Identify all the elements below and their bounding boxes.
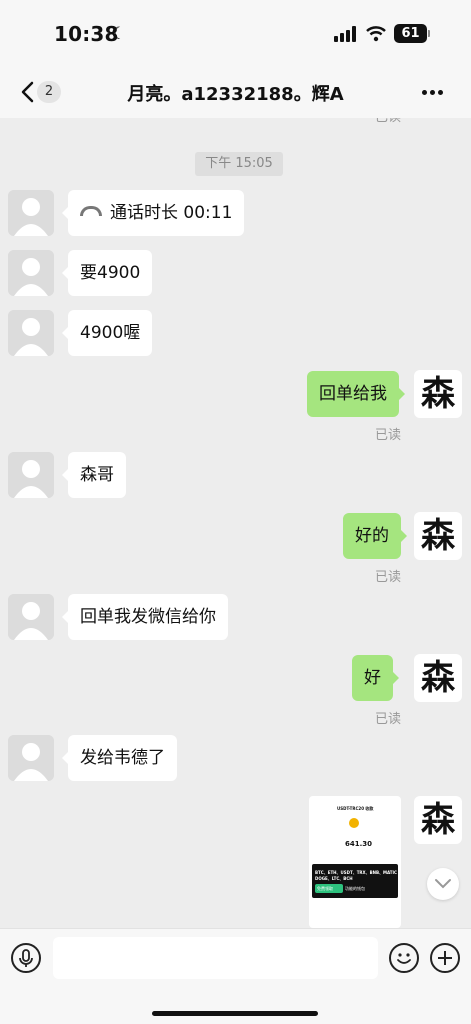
status-bar: 10:38 ☾ 61: [0, 0, 471, 66]
read-receipt: 已读: [375, 570, 402, 585]
moon-icon: ☾: [111, 24, 127, 44]
call-duration: 通话时长 00:11: [110, 203, 233, 223]
thumb-header: USDT-TRC20 收款: [337, 806, 374, 811]
contact-avatar[interactable]: [8, 190, 54, 236]
image-message[interactable]: USDT-TRC20 收款 641.30 BTC、ETH、USDT、TRX、BN…: [309, 796, 401, 928]
contact-avatar[interactable]: [8, 250, 54, 296]
clock: 10:38: [54, 22, 119, 46]
thumb-tag-suffix: 功能的钱包: [345, 886, 365, 891]
my-avatar[interactable]: 森: [414, 512, 462, 560]
sent-message[interactable]: 好的: [343, 513, 407, 559]
read-receipt: 已读: [375, 428, 402, 443]
emoji-button[interactable]: [389, 943, 419, 973]
plus-icon: [438, 951, 452, 965]
coin-icon: [349, 818, 359, 828]
sent-message[interactable]: 回单给我: [307, 371, 405, 417]
my-avatar[interactable]: 森: [414, 654, 462, 702]
received-message[interactable]: 森哥: [62, 452, 126, 498]
received-message[interactable]: 4900喔: [61, 310, 153, 356]
contact-avatar[interactable]: [8, 735, 54, 781]
chat-header: 2 月亮。a12332188。辉A: [0, 66, 471, 118]
chat-title: 月亮。a12332188。辉A: [127, 84, 344, 105]
signal-icon: [334, 26, 360, 42]
message-list[interactable]: 已读 下午 15:05 通话时长 00:11 要4900 4900喔 回单给我 …: [0, 118, 471, 928]
contact-avatar[interactable]: [8, 310, 54, 356]
contact-avatar[interactable]: [8, 594, 54, 640]
microphone-icon: [19, 949, 33, 967]
voice-input-button[interactable]: [11, 943, 41, 973]
more-options-icon[interactable]: [420, 90, 446, 96]
home-indicator: [152, 1011, 318, 1016]
my-avatar[interactable]: 森: [414, 796, 462, 844]
emoji-icon: [397, 953, 411, 964]
thumb-amount: 641.30: [345, 840, 373, 848]
read-receipt: 已读: [375, 118, 401, 125]
received-message[interactable]: 要4900: [61, 250, 153, 296]
thumb-coins-2: DOGE、LTC、BCH: [315, 876, 353, 881]
more-actions-button[interactable]: [430, 943, 460, 973]
battery-indicator: 61: [394, 24, 430, 43]
my-avatar[interactable]: 森: [414, 370, 462, 418]
message-timestamp: 下午 15:05: [195, 152, 283, 176]
sent-message[interactable]: 好: [352, 655, 399, 701]
read-receipt: 已读: [375, 712, 402, 727]
scroll-to-bottom-button[interactable]: [427, 868, 459, 900]
contact-avatar[interactable]: [8, 452, 54, 498]
thumb-tag-label: 免费领取: [317, 886, 333, 891]
call-record-bubble[interactable]: 通话时长 00:11: [61, 190, 245, 236]
phone-icon: [80, 206, 102, 216]
input-bar: [0, 928, 471, 1024]
message-input[interactable]: [53, 937, 378, 979]
chevron-down-icon: [435, 879, 451, 889]
received-message[interactable]: 发给韦德了: [62, 735, 177, 781]
wifi-icon: [366, 26, 386, 42]
received-message[interactable]: 回单我发微信给你: [62, 594, 228, 640]
